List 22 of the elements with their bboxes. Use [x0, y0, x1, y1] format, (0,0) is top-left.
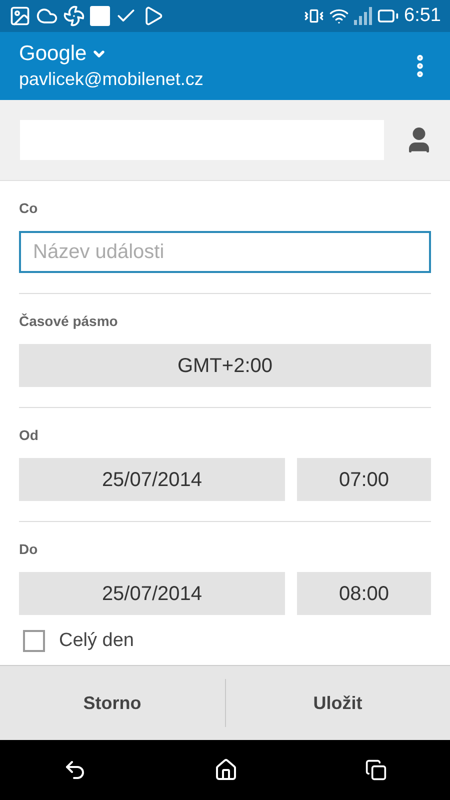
account-email: pavlicek@mobilenet.cz [19, 68, 204, 91]
recent-apps-icon[interactable] [364, 759, 387, 781]
clock: 6:51 [404, 4, 441, 28]
home-icon[interactable] [214, 758, 238, 782]
field-label: Co [19, 200, 38, 216]
checkbox[interactable] [23, 630, 45, 652]
action-button[interactable]: Uložit [226, 666, 450, 740]
action-button[interactable]: Storno [0, 666, 224, 740]
field-label: Od [19, 427, 38, 443]
date-button[interactable]: 25/07/2014 [19, 572, 285, 615]
date-button[interactable]: 25/07/2014 [19, 458, 285, 501]
timezone-button[interactable]: GMT+2:00 [19, 344, 431, 387]
account-dropdown[interactable]: Google [19, 41, 107, 67]
event-name-field[interactable]: Název události [19, 231, 431, 273]
time-button[interactable]: 08:00 [297, 572, 431, 615]
field-label: Časové pásmo [19, 313, 118, 329]
signal-icon [354, 7, 372, 25]
field-label: Do [19, 541, 38, 557]
pinwheel-icon [63, 5, 85, 27]
image-icon [9, 5, 31, 27]
checkbox-label: Celý den [59, 629, 134, 653]
time-button[interactable]: 07:00 [297, 458, 431, 501]
